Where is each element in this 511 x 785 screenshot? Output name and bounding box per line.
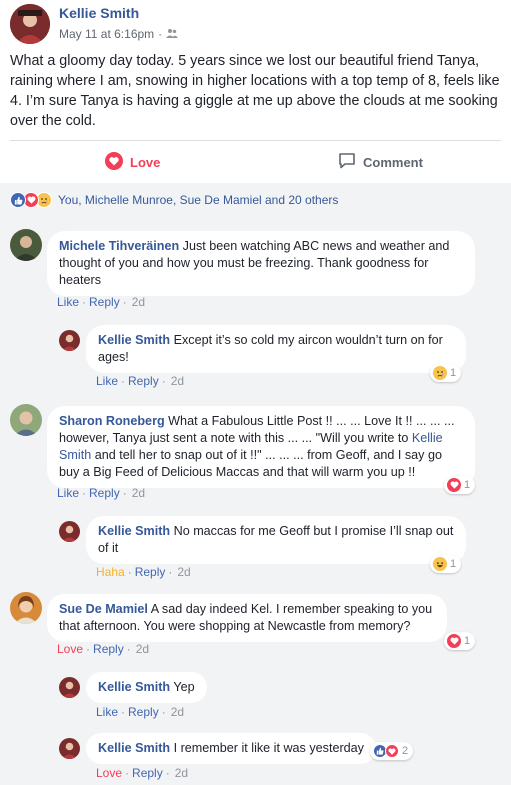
comment-text: I remember it like it was yesterday <box>173 741 364 755</box>
reaction-badge[interactable]: 1 <box>444 632 476 650</box>
commenter-avatar[interactable] <box>10 592 42 624</box>
comment-time[interactable]: 2d <box>132 486 145 500</box>
reply-button[interactable]: Reply <box>135 565 166 579</box>
love-icon <box>105 151 123 173</box>
like-button[interactable]: Like <box>96 705 118 719</box>
comment-bubble: Sue De Mamiel A sad day indeed Kel. I re… <box>47 594 447 642</box>
comment-bubble: Kellie Smith I remember it like it was y… <box>86 733 376 764</box>
comment-icon <box>338 152 356 173</box>
like-button[interactable]: Like <box>57 486 79 500</box>
comment-author[interactable]: Michele Tihveräinen <box>59 239 179 253</box>
like-button[interactable]: Like <box>57 295 79 309</box>
love-reaction-button[interactable]: Love <box>57 642 83 656</box>
comment-button[interactable]: Comment <box>338 150 423 174</box>
post-timestamp[interactable]: May 11 at 6:16pm <box>59 27 154 41</box>
author-avatar[interactable] <box>10 4 50 44</box>
comment-author[interactable]: Kellie Smith <box>98 680 170 694</box>
comment-author[interactable]: Sue De Mamiel <box>59 602 148 616</box>
comment-actions: Like · Reply · 2d <box>96 374 185 388</box>
comment-author[interactable]: Sharon Roneberg <box>59 414 165 428</box>
comment-bubble: Kellie Smith Except it’s so cold my airc… <box>86 325 466 373</box>
commenter-avatar[interactable] <box>10 404 42 436</box>
post: Kellie Smith May 11 at 6:16pm · What a g… <box>0 0 511 183</box>
meta-separator: · <box>158 27 163 41</box>
reply-button[interactable]: Reply <box>93 642 124 656</box>
commenter-avatar[interactable] <box>10 229 42 261</box>
reaction-badge[interactable]: 1 <box>430 555 462 573</box>
reaction-count: 2 <box>402 745 409 757</box>
commenter-avatar[interactable] <box>59 738 80 759</box>
like-icon <box>10 192 26 208</box>
commenter-avatar[interactable] <box>59 677 80 698</box>
comment-actions: Like · Reply · 2d <box>57 486 146 500</box>
reaction-count: 1 <box>464 635 471 647</box>
love-icon <box>385 744 399 758</box>
comment-actions: Like · Reply · 2d <box>57 295 146 309</box>
sad-icon <box>433 366 447 380</box>
comment-label: Comment <box>363 154 423 170</box>
reaction-summary[interactable]: You, Michelle Munroe, Sue De Mamiel and … <box>10 192 338 208</box>
comment-time[interactable]: 2d <box>132 295 145 309</box>
friends-audience-icon[interactable] <box>166 27 179 41</box>
love-reaction-button[interactable]: Love <box>96 766 122 780</box>
comment-text: and tell her to snap out of it !!" ... .… <box>59 448 442 479</box>
comment-author[interactable]: Kellie Smith <box>98 741 170 755</box>
reply-button[interactable]: Reply <box>128 374 159 388</box>
comment-actions: Haha · Reply · 2d <box>96 565 191 579</box>
reaction-badge[interactable]: 2 <box>370 742 414 760</box>
comment-actions: Love · Reply · 2d <box>96 766 189 780</box>
commenter-avatar[interactable] <box>59 330 80 351</box>
reply-button[interactable]: Reply <box>89 486 120 500</box>
comment-actions: Like · Reply · 2d <box>96 705 185 719</box>
post-author[interactable]: Kellie Smith <box>59 5 139 21</box>
comment-author[interactable]: Kellie Smith <box>98 524 170 538</box>
love-button[interactable]: Love <box>105 150 160 174</box>
haha-reaction-button[interactable]: Haha <box>96 565 125 579</box>
commenter-avatar[interactable] <box>59 521 80 542</box>
comment-time[interactable]: 2d <box>171 705 184 719</box>
post-text: What a gloomy day today. 5 years since w… <box>10 53 500 129</box>
reaction-summary-text[interactable]: You, Michelle Munroe, Sue De Mamiel and … <box>58 193 338 207</box>
comment-bubble: Sharon Roneberg What a Fabulous Little P… <box>47 406 475 488</box>
post-meta: May 11 at 6:16pm · <box>59 27 179 41</box>
comment-actions: Love · Reply · 2d <box>57 642 150 656</box>
reaction-count: 1 <box>450 558 457 570</box>
comment-bubble: Michele Tihveräinen Just been watching A… <box>47 231 475 296</box>
reaction-count: 1 <box>464 479 471 491</box>
comment-time[interactable]: 2d <box>175 766 188 780</box>
reaction-count: 1 <box>450 367 457 379</box>
reply-button[interactable]: Reply <box>128 705 159 719</box>
comment-author[interactable]: Kellie Smith <box>98 333 170 347</box>
love-icon <box>447 478 461 492</box>
comment-time[interactable]: 2d <box>177 565 190 579</box>
reaction-badge[interactable]: 1 <box>444 476 476 494</box>
reply-button[interactable]: Reply <box>89 295 120 309</box>
love-icon <box>447 634 461 648</box>
love-label: Love <box>130 154 161 170</box>
like-button[interactable]: Like <box>96 374 118 388</box>
comment-time[interactable]: 2d <box>171 374 184 388</box>
comment-bubble: Kellie Smith No maccas for me Geoff but … <box>86 516 466 564</box>
reply-button[interactable]: Reply <box>132 766 163 780</box>
reaction-badge[interactable]: 1 <box>430 364 462 382</box>
comment-text: Yep <box>173 680 195 694</box>
haha-icon <box>433 557 447 571</box>
post-divider <box>10 140 501 141</box>
comment-time[interactable]: 2d <box>136 642 149 656</box>
comment-bubble: Kellie Smith Yep <box>86 672 207 703</box>
